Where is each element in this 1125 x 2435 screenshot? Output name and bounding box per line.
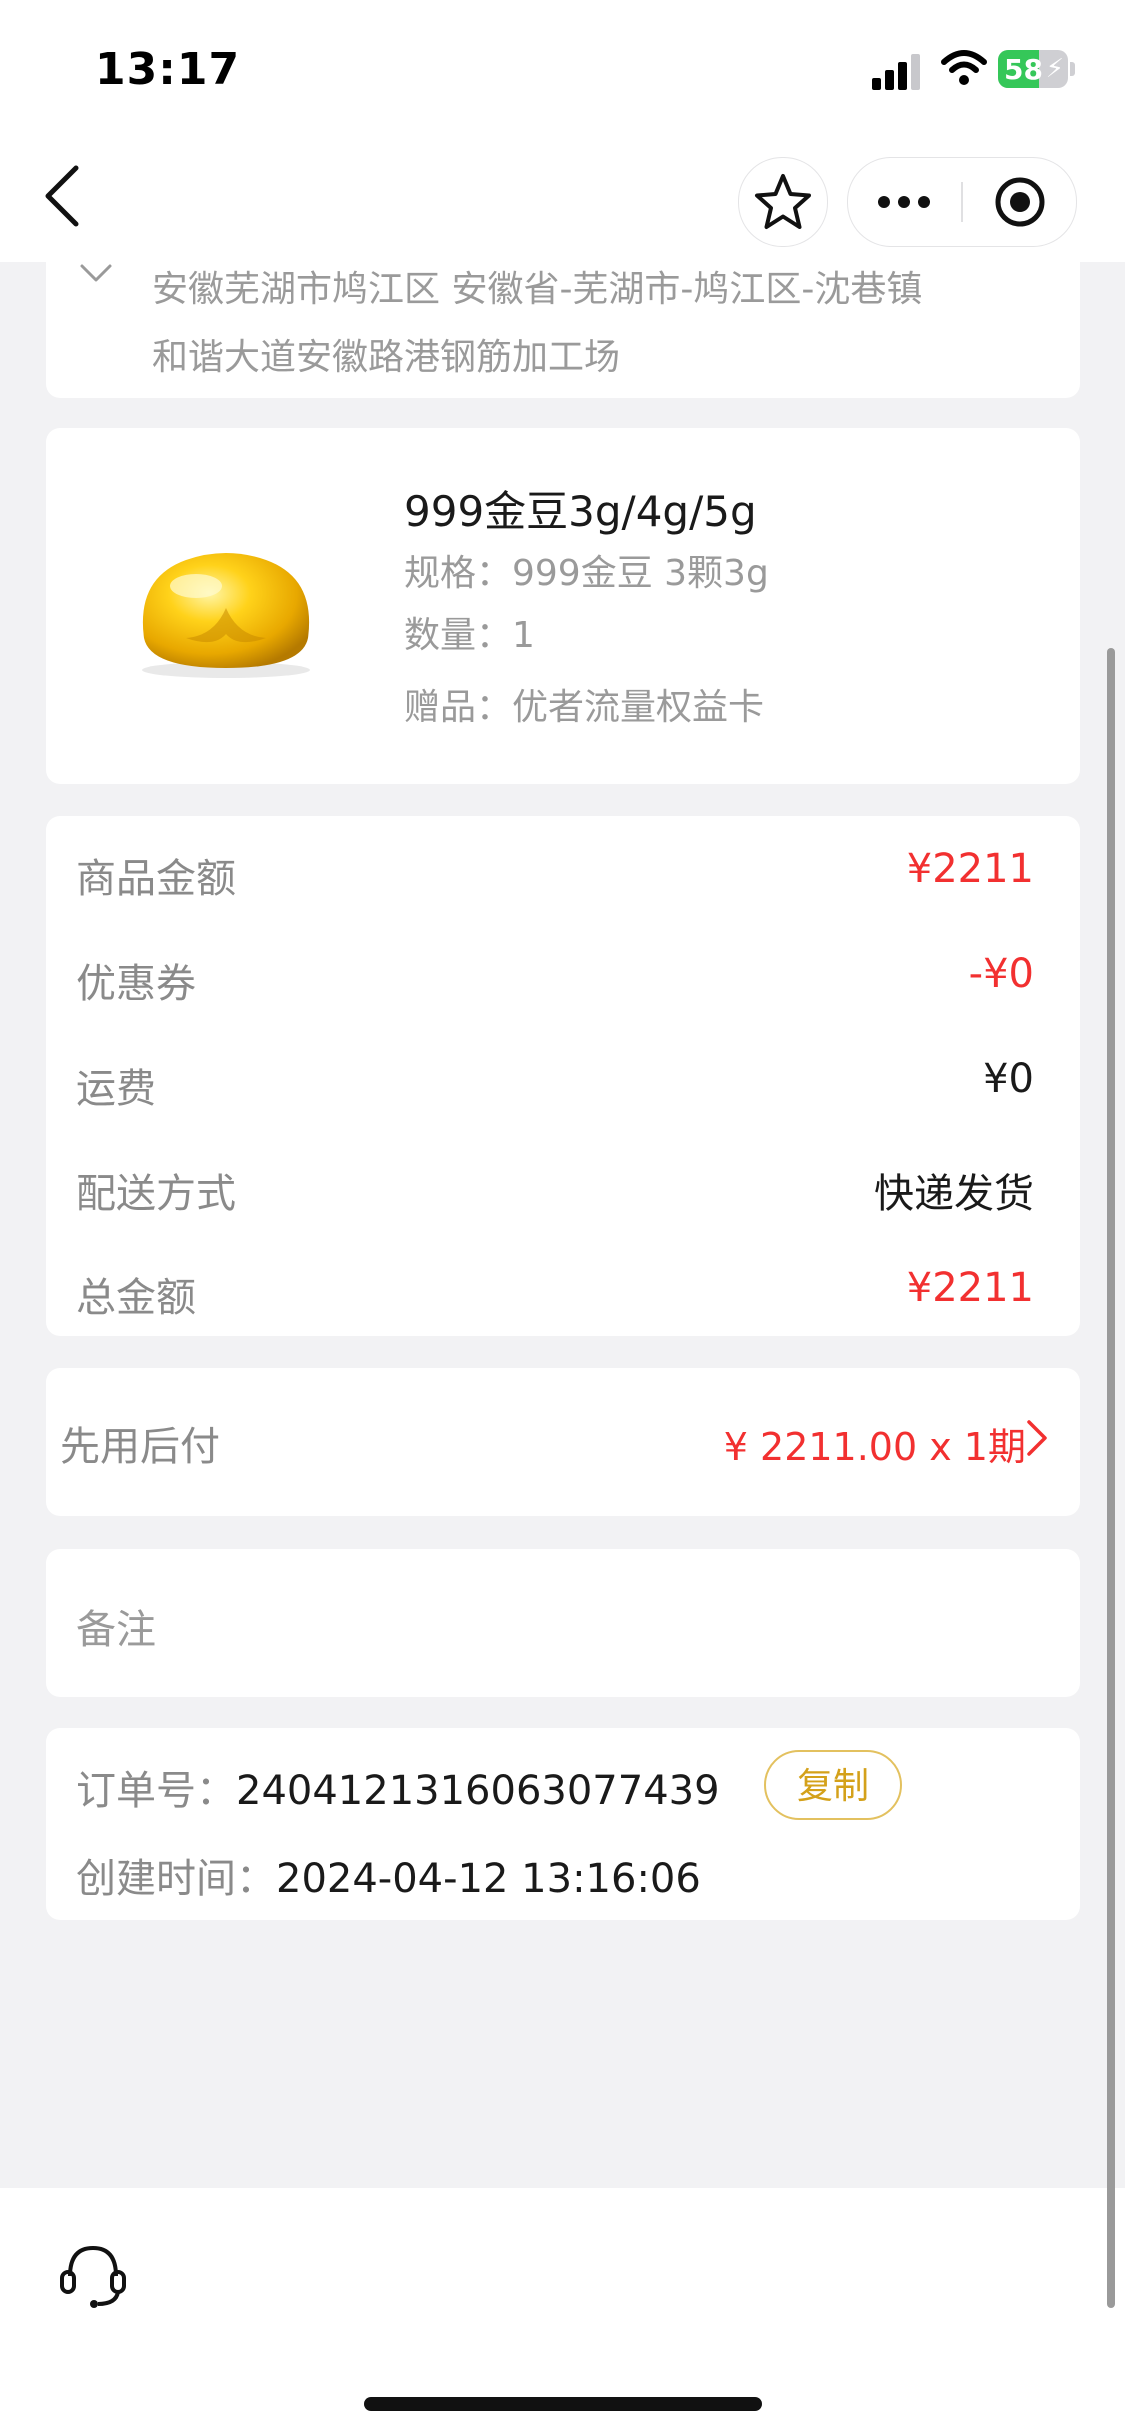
- price-summary-card: 商品金额 ¥2211 优惠券 -¥0 运费 ¥0 配送方式 快递发货 总金额 ¥…: [46, 816, 1080, 1336]
- product-quantity: 数量：1: [404, 615, 535, 656]
- star-icon: [755, 174, 811, 229]
- favorite-button[interactable]: [738, 157, 828, 247]
- scrollbar[interactable]: [1107, 648, 1115, 2308]
- top-bar: 13:17 58 ⚡: [0, 0, 1125, 262]
- created-time-value: 2024-04-12 13:16:06: [276, 1856, 701, 1902]
- coupon-label: 优惠券: [76, 961, 196, 1007]
- note-label: 备注: [76, 1607, 156, 1653]
- product-card[interactable]: 999金豆3g/4g/5g 规格：999金豆 3颗3g 数量：1 赠品：优者流量…: [46, 428, 1080, 784]
- payment-method-card[interactable]: 先用后付 ¥ 2211.00 x 1期: [46, 1368, 1080, 1516]
- shipping-fee-label: 运费: [76, 1066, 156, 1112]
- chevron-down-icon[interactable]: [76, 258, 116, 288]
- product-title: 999金豆3g/4g/5g: [404, 487, 757, 536]
- address-line-1: 安徽芜湖市鸠江区 安徽省-芜湖市-鸠江区-沈巷镇: [152, 269, 923, 310]
- customer-service-icon[interactable]: [56, 2238, 130, 2312]
- order-number-value: 240412131606307743​9: [236, 1768, 720, 1814]
- total-value: ¥2211: [906, 1265, 1034, 1311]
- close-mini-program-icon: [995, 177, 1045, 227]
- coupon-value[interactable]: -¥0: [969, 951, 1034, 997]
- shipping-fee-value: ¥0: [983, 1056, 1034, 1102]
- battery-level: 58: [1004, 53, 1043, 86]
- created-time-row: 创建时间：2024-04-12 13:16:06: [76, 1846, 701, 1904]
- total-label: 总金额: [76, 1275, 196, 1321]
- wifi-icon: [941, 50, 987, 85]
- address-line-2: 和谐大道安徽路港钢筋加工场: [152, 337, 621, 378]
- battery-icon: 58 ⚡: [998, 50, 1068, 88]
- gold-bean-image: [142, 553, 310, 678]
- product-spec: 规格：999金豆 3颗3g: [404, 553, 769, 594]
- order-number-label: 订单号：: [76, 1768, 236, 1814]
- delivery-method-label: 配送方式: [76, 1171, 236, 1217]
- close-mini-program-button[interactable]: [964, 158, 1076, 246]
- subtotal-value: ¥2211: [906, 846, 1034, 892]
- back-icon[interactable]: [38, 160, 88, 232]
- more-icon: [878, 196, 930, 208]
- more-button[interactable]: [848, 158, 960, 246]
- order-number-row: 订单号：240412131606307743​9: [76, 1758, 720, 1816]
- signal-icon: [872, 52, 922, 90]
- copy-button[interactable]: 复制: [764, 1750, 902, 1820]
- home-indicator[interactable]: [364, 2397, 762, 2411]
- delivery-method-value: 快递发货: [874, 1171, 1034, 1217]
- created-time-label: 创建时间：: [76, 1856, 276, 1902]
- mini-program-capsule: [847, 157, 1077, 247]
- chevron-right-icon: [1027, 1420, 1047, 1456]
- payment-method-label: 先用后付: [60, 1424, 220, 1470]
- order-info-card: 订单号：240412131606307743​9 复制 创建时间：2024-04…: [46, 1728, 1080, 1920]
- status-time: 13:17: [95, 44, 241, 95]
- product-gift: 赠品：优者流量权益卡: [404, 687, 765, 728]
- note-card[interactable]: 备注: [46, 1549, 1080, 1697]
- address-text: 安徽芜湖市鸠江区 安徽省-芜湖市-鸠江区-沈巷镇 和谐大道安徽路港钢筋加工场: [152, 256, 1032, 392]
- payment-method-value: ¥ 2211.00 x 1期: [723, 1425, 1026, 1469]
- subtotal-label: 商品金额: [76, 856, 236, 902]
